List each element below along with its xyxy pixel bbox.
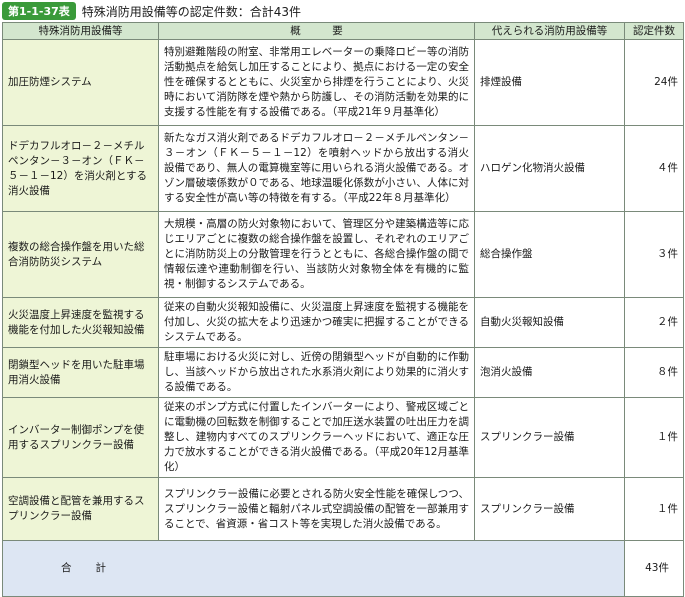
equipment-description: 新たなガス消火剤であるドデカフルオロ－２－メチルペンタン－３－オン（ＦＫ－５－１… xyxy=(158,125,475,212)
certification-count: ８件 xyxy=(624,347,684,398)
table-row: 空調設備と配管を兼用するスプリンクラー設備 スプリンクラー設備に必要とされる防火… xyxy=(2,477,684,541)
table-row: 加圧防煙システム 特別避難階段の附室、非常用エレベーターの乗降ロビー等の消防活動… xyxy=(2,39,684,126)
equipment-description: 駐車場における火災に対し、近傍の閉鎖型ヘッドが自動的に作動し、当該ヘッドから放出… xyxy=(158,347,475,398)
header-overview: 概 要 xyxy=(158,22,475,40)
total-label: 合計 xyxy=(2,540,625,597)
table-title: 特殊消防用設備等の認定件数：合計43件 xyxy=(81,4,302,19)
replaced-equipment: 泡消火設備 xyxy=(474,347,625,398)
certification-count: ２件 xyxy=(624,297,684,348)
replaced-equipment: 自動火災報知設備 xyxy=(474,297,625,348)
certification-table: 特殊消防用設備等 概 要 代えられる消防用設備等 認定件数 加圧防煙システム 特… xyxy=(2,22,684,597)
replaced-equipment: スプリンクラー設備 xyxy=(474,477,625,541)
table-row: 閉鎖型ヘッドを用いた駐車場用消火設備 駐車場における火災に対し、近傍の閉鎖型ヘッ… xyxy=(2,347,684,398)
equipment-name: 空調設備と配管を兼用するスプリンクラー設備 xyxy=(2,477,159,541)
total-row: 合計 43件 xyxy=(2,540,684,597)
replaced-equipment: 排煙設備 xyxy=(474,39,625,126)
equipment-name: インバーター制御ポンプを使用するスプリンクラー設備 xyxy=(2,397,159,478)
header-replaced-equipment: 代えられる消防用設備等 xyxy=(474,22,625,40)
table-row: 火災温度上昇速度を監視する機能を付加した火災報知設備 従来の自動火災報知設備に、… xyxy=(2,297,684,348)
total-count: 43件 xyxy=(624,540,684,597)
certification-count: １件 xyxy=(624,477,684,541)
equipment-description: 従来の自動火災報知設備に、火災温度上昇速度を監視する機能を付加し、火災の拡大をよ… xyxy=(158,297,475,348)
table-row: ドデカフルオロ－２－メチルペンタン－３－オン（ＦＫ－５－１－12）を消火剤とする… xyxy=(2,125,684,212)
certification-count: １件 xyxy=(624,397,684,478)
header-equipment: 特殊消防用設備等 xyxy=(2,22,159,40)
certification-count: ４件 xyxy=(624,125,684,212)
table-row: 複数の総合操作盤を用いた総合消防防災システム 大規模・高層の防火対象物において、… xyxy=(2,211,684,298)
header-count: 認定件数 xyxy=(624,22,684,40)
table-number-badge: 第1-1-37表 xyxy=(2,2,76,20)
equipment-description: 特別避難階段の附室、非常用エレベーターの乗降ロビー等の消防活動拠点を給気し加圧す… xyxy=(158,39,475,126)
equipment-name: 閉鎖型ヘッドを用いた駐車場用消火設備 xyxy=(2,347,159,398)
equipment-description: スプリンクラー設備に必要とされる防火安全性能を確保しつつ、スプリンクラー設備と輻… xyxy=(158,477,475,541)
equipment-name: 加圧防煙システム xyxy=(2,39,159,126)
replaced-equipment: 総合操作盤 xyxy=(474,211,625,298)
equipment-name: ドデカフルオロ－２－メチルペンタン－３－オン（ＦＫ－５－１－12）を消火剤とする… xyxy=(2,125,159,212)
equipment-name: 複数の総合操作盤を用いた総合消防防災システム xyxy=(2,211,159,298)
certification-count: 24件 xyxy=(624,39,684,126)
equipment-description: 従来のポンプ方式に付置したインバーターにより、警戒区域ごとに電動機の回転数を制御… xyxy=(158,397,475,478)
certification-count: ３件 xyxy=(624,211,684,298)
equipment-name: 火災温度上昇速度を監視する機能を付加した火災報知設備 xyxy=(2,297,159,348)
replaced-equipment: ハロゲン化物消火設備 xyxy=(474,125,625,212)
equipment-description: 大規模・高層の防火対象物において、管理区分や建築構造等に応じエリアごとに複数の総… xyxy=(158,211,475,298)
table-row: インバーター制御ポンプを使用するスプリンクラー設備 従来のポンプ方式に付置したイ… xyxy=(2,397,684,478)
replaced-equipment: スプリンクラー設備 xyxy=(474,397,625,478)
table-caption: 第1-1-37表 特殊消防用設備等の認定件数：合計43件 xyxy=(2,2,301,20)
header-row: 特殊消防用設備等 概 要 代えられる消防用設備等 認定件数 xyxy=(2,22,684,40)
